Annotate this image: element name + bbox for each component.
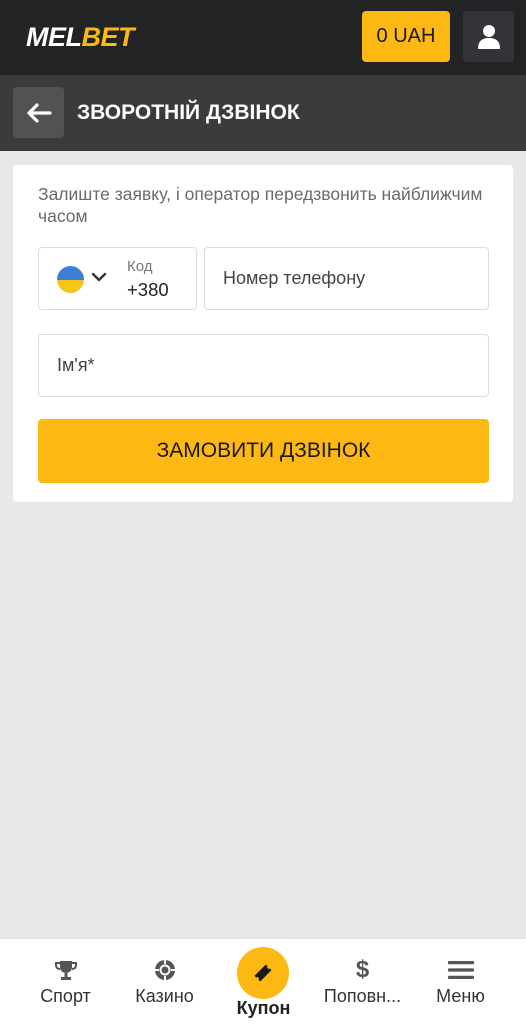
- profile-button[interactable]: [463, 11, 514, 62]
- code-value: +380: [127, 279, 169, 300]
- chevron-down-icon: [91, 272, 107, 282]
- ticket-icon: [254, 964, 272, 982]
- country-code-selector[interactable]: Код +380: [38, 247, 197, 310]
- casino-chip-icon: [154, 960, 175, 980]
- name-input[interactable]: Ім'я*: [38, 334, 489, 397]
- bottom-nav: Спорт Казино Купон $ Поповн... Меню: [0, 938, 526, 1024]
- form-intro-text: Залиште заявку, і оператор передзвонить …: [38, 184, 483, 226]
- nav-item-coupon[interactable]: Купон: [211, 939, 316, 1024]
- callback-form-card: Залиште заявку, і оператор передзвонить …: [13, 165, 513, 502]
- back-button[interactable]: [13, 87, 64, 138]
- nav-item-menu[interactable]: Меню: [408, 939, 513, 1024]
- code-label: Код: [127, 258, 153, 275]
- order-call-button[interactable]: ЗАМОВИТИ ДЗВІНОК: [38, 419, 489, 483]
- nav-item-sport[interactable]: Спорт: [13, 939, 118, 1024]
- nav-label-deposit: Поповн...: [323, 986, 402, 1006]
- trophy-icon: [54, 961, 77, 980]
- nav-label-sport: Спорт: [40, 986, 91, 1006]
- nav-item-casino[interactable]: Казино: [112, 939, 217, 1024]
- nav-label-casino: Казино: [135, 986, 194, 1006]
- top-bar: MELBET 0 UAH: [0, 0, 526, 75]
- nav-label-menu: Меню: [436, 986, 485, 1006]
- menu-icon: [447, 961, 474, 979]
- coupon-button[interactable]: [237, 947, 289, 999]
- ukraine-flag-icon: [57, 266, 84, 293]
- melbet-logo[interactable]: MELBET: [26, 22, 134, 52]
- balance-button[interactable]: 0 UAH: [362, 11, 450, 62]
- arrow-left-icon: [26, 102, 52, 123]
- dollar-icon: $: [355, 956, 370, 983]
- user-icon: [477, 24, 500, 49]
- page-header: ЗВОРОТНІЙ ДЗВІНОК: [0, 75, 526, 151]
- nav-label-coupon: Купон: [236, 998, 291, 1018]
- nav-item-deposit[interactable]: $ Поповн...: [310, 939, 415, 1024]
- page-title: ЗВОРОТНІЙ ДЗВІНОК: [77, 101, 300, 124]
- phone-input[interactable]: Номер телефону: [204, 247, 489, 310]
